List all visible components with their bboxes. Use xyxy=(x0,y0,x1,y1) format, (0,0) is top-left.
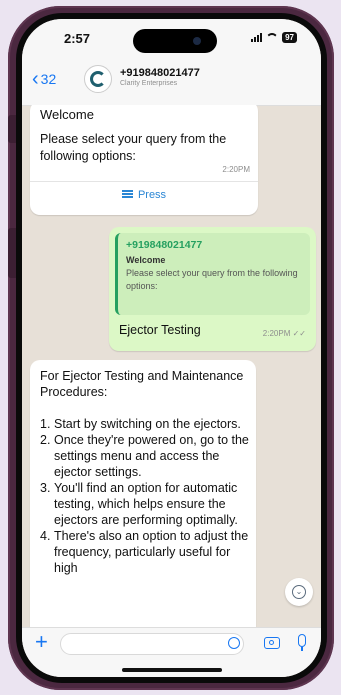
chat-header: ‹ 32 +919848021477 Clarity Enterprises xyxy=(22,61,321,106)
dynamic-island xyxy=(133,29,217,53)
signal-icon xyxy=(251,33,263,42)
back-button[interactable]: ‹ 32 xyxy=(32,68,57,90)
procedure-intro: For Ejector Testing and Maintenance Proc… xyxy=(40,369,244,399)
outgoing-message-ejector-testing: +919848021477 Welcome Please select your… xyxy=(109,227,316,351)
message-input-bar: + xyxy=(22,627,321,677)
quoted-body: Please select your query from the follow… xyxy=(126,268,298,291)
unread-count: 32 xyxy=(40,71,57,87)
step-text: You'll find an option for automatic test… xyxy=(54,481,238,527)
status-time: 2:57 xyxy=(64,31,91,46)
message-time: 2:20PM xyxy=(222,165,250,174)
step-number: 3. xyxy=(40,481,51,495)
wifi-icon xyxy=(266,33,278,42)
camera-icon[interactable] xyxy=(264,637,280,649)
step-text: There's also an option to adjust the fre… xyxy=(54,529,249,575)
status-icons: 97 xyxy=(251,32,297,43)
contact-avatar[interactable] xyxy=(84,65,112,93)
message-time-value: 2:20PM xyxy=(262,329,291,338)
scroll-down-button[interactable]: ⌄ xyxy=(285,578,313,606)
microphone-icon[interactable] xyxy=(298,634,306,651)
front-camera-icon xyxy=(193,37,201,45)
step-text: Once they're powered on, go to the setti… xyxy=(54,433,249,479)
message-input[interactable] xyxy=(60,633,244,655)
chevron-down-icon: ⌄ xyxy=(292,585,306,599)
logo-icon xyxy=(90,71,106,87)
plus-icon[interactable]: + xyxy=(35,631,48,653)
procedure-step: 1. Start by switching on the ejectors. xyxy=(40,416,254,432)
chat-area[interactable]: Welcome Please select your query from th… xyxy=(22,105,321,627)
incoming-message-welcome: Welcome Please select your query from th… xyxy=(30,105,258,215)
divider xyxy=(30,181,258,182)
message-body: Please select your query from the follow… xyxy=(40,132,227,163)
quoted-sender: +919848021477 xyxy=(126,239,203,251)
phone-screen: 2:57 97 ‹ 32 +919848021477 Clarity Enter… xyxy=(22,19,321,677)
sticker-icon[interactable] xyxy=(228,637,240,649)
message-title: Welcome xyxy=(40,107,94,122)
battery-icon: 97 xyxy=(282,32,297,43)
quoted-message[interactable]: +919848021477 Welcome Please select your… xyxy=(115,233,310,315)
message-time: 2:20PM ✓✓ xyxy=(263,329,306,338)
quoted-title: Welcome xyxy=(126,255,166,265)
message-text: Ejector Testing xyxy=(119,323,201,337)
step-number: 4. xyxy=(40,529,51,543)
step-number: 1. xyxy=(40,417,51,431)
incoming-message-procedure: For Ejector Testing and Maintenance Proc… xyxy=(30,360,256,627)
procedure-step: 4. There's also an option to adjust the f… xyxy=(40,528,254,576)
message-body: For Ejector Testing and Maintenance Proc… xyxy=(40,368,254,576)
list-icon xyxy=(121,190,133,198)
double-check-icon: ✓✓ xyxy=(292,329,306,338)
home-indicator[interactable] xyxy=(122,668,222,672)
press-button-label: Press xyxy=(137,189,167,201)
procedure-step: 2. Once they're powered on, go to the set… xyxy=(40,432,254,480)
contact-subtitle: Clarity Enterprises xyxy=(120,80,178,87)
press-button[interactable]: Press xyxy=(30,189,258,201)
procedure-step: 3. You'll find an option for automatic te… xyxy=(40,480,254,528)
status-bar: 2:57 97 xyxy=(22,19,321,61)
contact-info[interactable]: +919848021477 Clarity Enterprises xyxy=(120,67,200,87)
step-number: 2. xyxy=(40,433,51,447)
contact-number: +919848021477 xyxy=(120,67,200,79)
chevron-left-icon: ‹ xyxy=(32,68,39,90)
step-text: Start by switching on the ejectors. xyxy=(54,417,241,431)
